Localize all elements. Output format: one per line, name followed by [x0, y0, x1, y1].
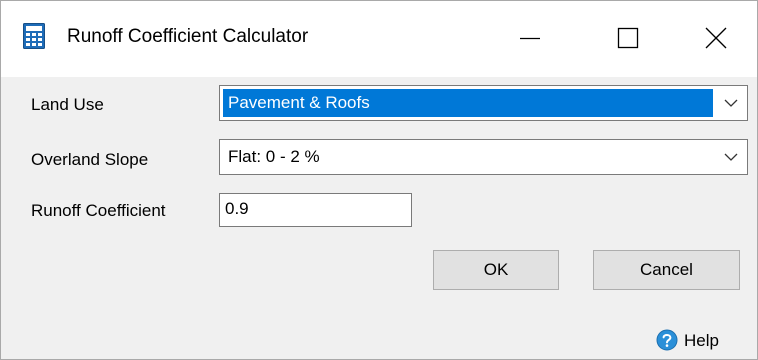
runoff-coefficient-label: Runoff Coefficient: [31, 201, 166, 220]
chevron-down-icon[interactable]: [715, 140, 747, 174]
maximize-button[interactable]: [597, 1, 659, 73]
minimize-button[interactable]: [499, 1, 561, 73]
runoff-coefficient-input[interactable]: 0.9: [219, 193, 412, 227]
title-bar[interactable]: Runoff Coefficient Calculator: [1, 1, 757, 77]
ok-button[interactable]: OK: [433, 250, 559, 290]
land-use-dropdown[interactable]: Pavement & Roofs: [219, 85, 748, 121]
overland-slope-label: Overland Slope: [31, 150, 149, 169]
window-title: Runoff Coefficient Calculator: [67, 26, 309, 47]
overland-slope-value: Flat: 0 - 2 %: [228, 147, 320, 166]
runoff-coefficient-dialog: Runoff Coefficient Calculator Land Use P…: [0, 0, 758, 360]
chevron-down-icon[interactable]: [715, 86, 747, 120]
close-button[interactable]: [685, 1, 747, 73]
overland-slope-dropdown[interactable]: Flat: 0 - 2 %: [219, 139, 748, 175]
help-label: Help: [684, 331, 719, 350]
calculator-icon: [23, 23, 45, 49]
land-use-value: Pavement & Roofs: [223, 89, 713, 117]
help-icon: [656, 329, 678, 351]
land-use-label: Land Use: [31, 95, 104, 114]
cancel-button[interactable]: Cancel: [593, 250, 740, 290]
